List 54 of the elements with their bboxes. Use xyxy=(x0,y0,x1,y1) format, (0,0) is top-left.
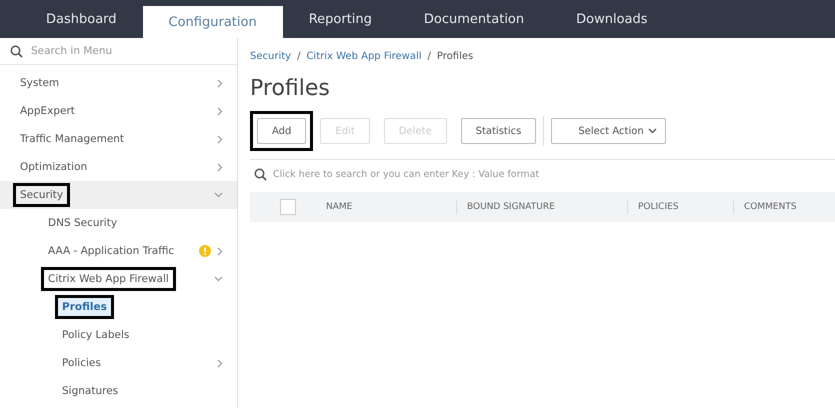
menu-item[interactable]: Signatures xyxy=(0,377,237,405)
chevron-right-icon xyxy=(217,246,223,256)
toolbar-button[interactable]: Add xyxy=(257,118,306,144)
breadcrumb-link[interactable]: Security xyxy=(250,50,292,62)
breadcrumb-separator: / xyxy=(297,50,300,62)
column-header[interactable]: BOUND SIGNATURE xyxy=(467,202,555,212)
menu-item[interactable]: Policies xyxy=(0,349,237,377)
column-header[interactable]: COMMENTS xyxy=(744,202,797,212)
menu-item-label: Optimization xyxy=(19,160,88,175)
chevron-down-icon xyxy=(214,276,223,282)
menu-item[interactable]: Policy Labels xyxy=(0,321,237,349)
chevron-right-icon xyxy=(217,134,223,144)
menu-item-label: DNS Security xyxy=(47,216,118,231)
menu-item-label: Profiles xyxy=(58,298,111,316)
menu-item-label: Security xyxy=(16,186,68,204)
menu-item-label: Traffic Management xyxy=(19,132,126,147)
chevron-right-icon xyxy=(217,162,223,172)
menu-item[interactable]: Profiles xyxy=(0,293,237,321)
chevron-down-icon xyxy=(214,192,223,198)
chevron-right-icon xyxy=(217,358,223,368)
chevron-right-icon xyxy=(217,106,223,116)
menu-item-label: Signatures xyxy=(61,384,120,399)
nav-tab[interactable]: Downloads xyxy=(550,0,674,38)
select-all-checkbox[interactable] xyxy=(280,199,296,215)
breadcrumb-separator: / xyxy=(428,50,431,62)
breadcrumb-link[interactable]: Citrix Web App Firewall xyxy=(306,50,422,62)
select-action-dropdown[interactable]: Select Action xyxy=(551,118,666,144)
menu-item[interactable]: System xyxy=(0,69,237,97)
nav-tab[interactable]: Documentation xyxy=(398,0,550,38)
menu-item-label: Policies xyxy=(61,356,102,371)
column-header[interactable]: NAME xyxy=(326,202,352,212)
menu-item[interactable]: Security xyxy=(0,181,237,209)
nav-tab[interactable]: Reporting xyxy=(282,0,398,38)
menu-item[interactable]: Traffic Management xyxy=(0,125,237,153)
menu-item[interactable]: AppExpert xyxy=(0,97,237,125)
toolbar-button[interactable]: Statistics xyxy=(460,118,536,144)
nav-tab[interactable]: Configuration xyxy=(142,6,283,38)
menu-item-label: System xyxy=(19,76,60,91)
menu-item-label: AppExpert xyxy=(19,104,76,119)
column-header[interactable]: POLICIES xyxy=(638,202,679,212)
chevron-right-icon xyxy=(217,78,223,88)
caret-icon xyxy=(648,128,657,134)
breadcrumb-current: Profiles xyxy=(436,50,474,62)
nav-tab[interactable]: Dashboard xyxy=(20,0,143,38)
search-icon xyxy=(254,168,267,180)
page-title: Profiles xyxy=(250,76,331,101)
menu-item-label: Policy Labels xyxy=(61,328,130,343)
search-icon xyxy=(10,44,23,58)
menu-item[interactable]: Citrix Web App Firewall xyxy=(0,265,237,293)
menu-item[interactable]: AAA - Application Traffic xyxy=(0,237,237,265)
menu-item-label: AAA - Application Traffic xyxy=(47,244,176,259)
menu-item[interactable]: Optimization xyxy=(0,153,237,181)
menu-item[interactable]: DNS Security xyxy=(0,209,237,237)
menu-item-label: Citrix Web App Firewall xyxy=(44,270,173,288)
